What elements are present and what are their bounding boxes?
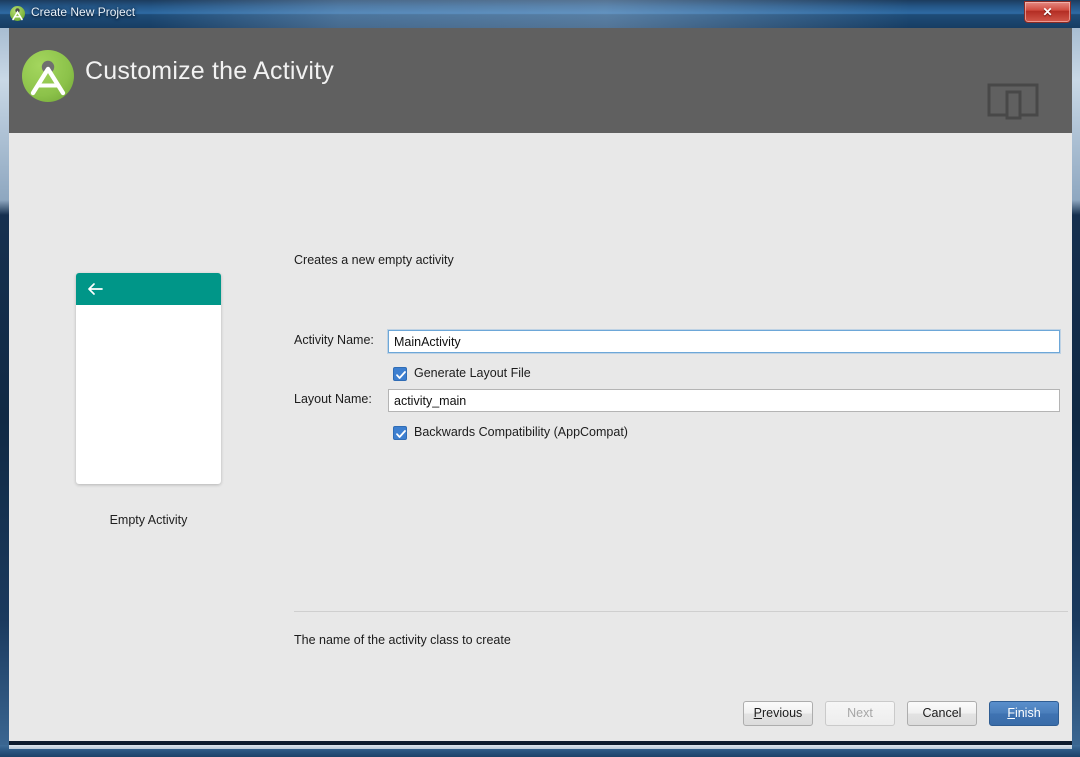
backwards-compat-label: Backwards Compatibility (AppCompat) <box>414 425 628 439</box>
activity-name-input[interactable] <box>388 330 1060 353</box>
finish-button[interactable]: Finish <box>989 701 1059 726</box>
device-preview-icon <box>987 82 1039 120</box>
dialog-client-area: Customize the Activity Empty Activity Cr… <box>9 28 1072 741</box>
activity-name-label: Activity Name: <box>294 333 374 347</box>
title-bar[interactable]: Create New Project ✕ <box>0 0 1080 28</box>
next-button[interactable]: Next <box>825 701 895 726</box>
checkmark-icon <box>396 371 406 379</box>
checkmark-icon <box>396 430 406 438</box>
page-title: Customize the Activity <box>85 57 334 85</box>
dialog-header: Customize the Activity <box>9 28 1072 133</box>
template-description: Creates a new empty activity <box>294 253 454 267</box>
template-label: Empty Activity <box>109 513 188 527</box>
previous-button[interactable]: Previous <box>743 701 813 726</box>
template-preview[interactable]: Empty Activity <box>76 273 221 527</box>
layout-name-label: Layout Name: <box>294 392 372 406</box>
title-bar-glass <box>150 0 910 28</box>
android-studio-icon <box>9 5 26 22</box>
dialog-footer: Previous Next Cancel Finish <box>9 685 1072 741</box>
close-icon: ✕ <box>1042 5 1053 19</box>
close-button[interactable]: ✕ <box>1024 1 1071 23</box>
divider <box>294 611 1068 612</box>
field-hint-text: The name of the activity class to create <box>294 633 511 647</box>
dialog-body: Empty Activity Creates a new empty activ… <box>9 133 1072 741</box>
layout-name-input[interactable] <box>388 389 1060 412</box>
window-frame-bottom-inner <box>9 745 1072 749</box>
preview-app-bar <box>76 273 221 305</box>
dialog-window: Create New Project ✕ Customize the Activ… <box>0 0 1080 757</box>
back-arrow-icon <box>88 283 103 295</box>
window-title: Create New Project <box>31 5 136 19</box>
generate-layout-checkbox[interactable] <box>393 367 407 381</box>
cancel-button[interactable]: Cancel <box>907 701 977 726</box>
generate-layout-label: Generate Layout File <box>414 366 531 380</box>
android-studio-logo <box>22 50 74 102</box>
window-frame-right <box>1072 0 1080 757</box>
template-thumbnail <box>76 273 221 484</box>
window-frame-left <box>0 0 9 757</box>
backwards-compat-checkbox[interactable] <box>393 426 407 440</box>
